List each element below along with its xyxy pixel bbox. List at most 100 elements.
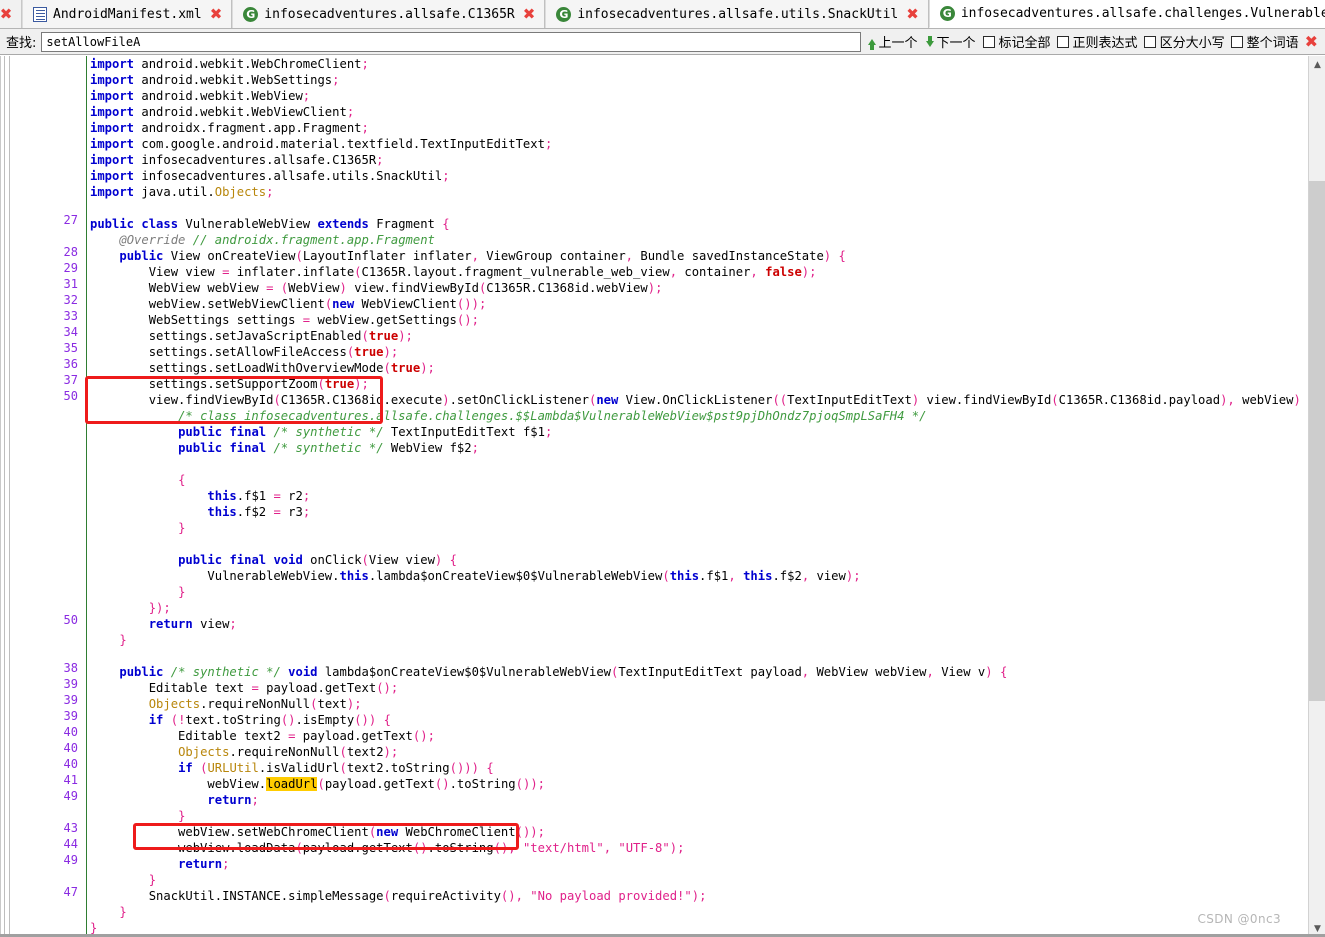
code-line: public View onCreateView(LayoutInflater … xyxy=(119,249,846,263)
line-number: 39 xyxy=(63,693,78,707)
java-class-icon: G xyxy=(556,6,572,22)
code-line: return view; xyxy=(148,617,237,631)
code-line: import com.google.android.material.textf… xyxy=(90,137,553,151)
tab-vulnerablewebview[interactable]: G infosecadventures.allsafe.challenges.V… xyxy=(928,0,1325,28)
line-number: 41 xyxy=(63,773,78,787)
code-line: this.f$2 = r3; xyxy=(207,505,311,519)
editor-tab-bar: ✖ AndroidManifest.xml ✖ G infosecadventu… xyxy=(0,0,1325,29)
checkbox-regex[interactable]: 正则表达式 xyxy=(1054,32,1141,51)
code-line: } xyxy=(178,585,186,599)
find-previous-button[interactable]: 上一个 xyxy=(864,32,922,51)
find-next-button[interactable]: 下一个 xyxy=(922,32,980,51)
scroll-up-icon[interactable]: ▲ xyxy=(1309,56,1325,73)
checkbox-icon[interactable] xyxy=(1056,35,1069,48)
vertical-scrollbar[interactable]: ▲ ▼ xyxy=(1308,56,1325,937)
code-line: import androidx.fragment.app.Fragment; xyxy=(90,121,369,135)
close-icon[interactable]: ✖ xyxy=(208,6,225,22)
checkbox-mark-all[interactable]: 标记全部 xyxy=(980,32,1054,51)
line-number: 36 xyxy=(63,357,78,371)
find-toolbar: 查找: 上一个 下一个 标记全部 正则表达式 区分大小写 整个词语 ✖ xyxy=(0,29,1325,55)
code-text[interactable]: import android.webkit.WebChromeClient; im… xyxy=(90,56,1316,937)
checkbox-icon[interactable] xyxy=(1230,35,1243,48)
checkbox-icon[interactable] xyxy=(1143,35,1156,48)
checkbox-whole-word[interactable]: 整个词语 xyxy=(1228,32,1302,51)
editor-left-margin xyxy=(0,56,14,937)
code-line: this.f$1 = r2; xyxy=(207,489,311,503)
code-line: public final void onClick(View view) { xyxy=(178,553,457,567)
code-line: } xyxy=(119,633,127,647)
line-number: 27 xyxy=(63,213,78,227)
close-icon[interactable]: ✖ xyxy=(904,6,921,22)
code-line: if (!text.toString().isEmpty()) { xyxy=(148,713,391,727)
tab-label: infosecadventures.allsafe.C1365R xyxy=(264,6,515,22)
code-line: View view = inflater.inflate(C1365R.layo… xyxy=(90,265,817,279)
line-number: 40 xyxy=(63,741,78,755)
checkbox-icon[interactable] xyxy=(982,35,995,48)
code-line: if (URLUtil.isValidUrl(text2.toString())… xyxy=(178,761,494,775)
checkbox-label: 区分大小写 xyxy=(1159,36,1225,51)
line-number: 37 xyxy=(63,373,78,387)
code-line: Editable text = payload.getText(); xyxy=(90,681,399,695)
line-number: 33 xyxy=(63,309,78,323)
code-line: settings.setSupportZoom(true); xyxy=(90,377,369,391)
java-class-icon: G xyxy=(243,6,259,22)
code-line: { xyxy=(178,473,186,487)
code-line: public class VulnerableWebView extends F… xyxy=(90,217,450,231)
tab-snackutil[interactable]: G infosecadventures.allsafe.utils.SnackU… xyxy=(545,0,929,28)
tab-label: infosecadventures.allsafe.challenges.Vul… xyxy=(960,6,1325,21)
find-next-label: 下一个 xyxy=(936,36,976,51)
scrollbar-thumb[interactable] xyxy=(1309,181,1325,701)
close-icon[interactable]: ✖ xyxy=(521,6,538,22)
code-line: import infosecadventures.allsafe.C1365R; xyxy=(90,153,384,167)
line-number: 39 xyxy=(63,709,78,723)
code-line: } xyxy=(178,809,186,823)
code-line: return; xyxy=(178,857,230,871)
code-line: view.findViewById(C1365R.C1368id.execute… xyxy=(90,393,1316,407)
code-line: webView.setWebViewClient(new WebViewClie… xyxy=(90,297,487,311)
line-number: 49 xyxy=(63,789,78,803)
code-line: @Override // androidx.fragment.app.Fragm… xyxy=(119,233,435,247)
arrow-down-icon xyxy=(925,36,934,47)
tab-overflow-close-stub[interactable]: ✖ xyxy=(0,0,22,28)
checkbox-label: 整个词语 xyxy=(1246,36,1299,51)
code-line: webView.loadData(payload.getText().toStr… xyxy=(90,841,685,855)
find-label: 查找: xyxy=(6,36,37,51)
line-number: 44 xyxy=(63,837,78,851)
line-number: 31 xyxy=(63,277,78,291)
tab-label: AndroidManifest.xml xyxy=(53,6,202,22)
code-line: import android.webkit.WebSettings; xyxy=(90,73,340,87)
line-number: 50 xyxy=(63,389,78,403)
line-number: 49 xyxy=(63,853,78,867)
code-line: }); xyxy=(148,601,171,615)
line-number: 29 xyxy=(63,261,78,275)
code-line: SnackUtil.INSTANCE.simpleMessage(require… xyxy=(90,889,707,903)
code-line: WebView webView = (WebView) view.findVie… xyxy=(90,281,663,295)
code-editor[interactable]: 27 28 29 31 32 33 34 35 36 37 50 50 38 39 39 39 40 40 40 41… xyxy=(0,56,1325,937)
code-line: import java.util.Objects; xyxy=(90,185,274,199)
checkbox-match-case[interactable]: 区分大小写 xyxy=(1141,32,1228,51)
tab-c1365r[interactable]: G infosecadventures.allsafe.C1365R ✖ xyxy=(232,0,546,28)
line-number: 40 xyxy=(63,757,78,771)
search-input[interactable] xyxy=(41,31,861,52)
line-number: 50 xyxy=(63,613,78,627)
java-class-icon: G xyxy=(939,6,955,21)
code-line: Editable text2 = payload.getText(); xyxy=(90,729,435,743)
close-icon[interactable]: ✖ xyxy=(1302,32,1323,51)
close-icon[interactable]: ✖ xyxy=(0,6,14,22)
line-number: 35 xyxy=(63,341,78,355)
code-line: WebSettings settings = webView.getSettin… xyxy=(90,313,479,327)
tab-androidmanifest-xml[interactable]: AndroidManifest.xml ✖ xyxy=(22,0,233,28)
code-line: } xyxy=(148,873,157,887)
code-line: Objects.requireNonNull(text); xyxy=(148,697,362,711)
checkbox-label: 正则表达式 xyxy=(1072,36,1138,51)
code-line: import infosecadventures.allsafe.utils.S… xyxy=(90,169,450,183)
code-line: settings.setAllowFileAccess(true); xyxy=(90,345,399,359)
line-number: 40 xyxy=(63,725,78,739)
code-line: settings.setJavaScriptEnabled(true); xyxy=(90,329,413,343)
code-line: import android.webkit.WebView; xyxy=(90,89,311,103)
line-number: 43 xyxy=(63,821,78,835)
code-line: } xyxy=(119,905,127,919)
watermark: CSDN @0nc3 xyxy=(1197,912,1281,926)
